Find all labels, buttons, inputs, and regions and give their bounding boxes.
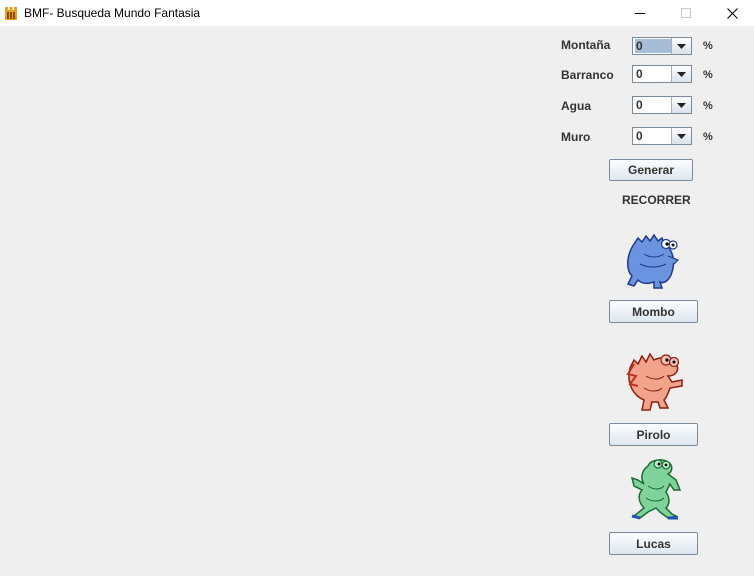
lucas-button[interactable]: Lucas [609, 532, 698, 555]
mombo-button[interactable]: Mombo [609, 300, 698, 323]
chevron-down-icon[interactable] [671, 38, 691, 54]
castle-icon [5, 7, 17, 20]
muro-value: 0 [636, 129, 643, 143]
muro-percent: % [703, 131, 713, 143]
blue-monster-icon [626, 233, 680, 289]
minimize-button[interactable] [617, 0, 663, 26]
agua-label: Agua [561, 99, 591, 113]
maximize-icon [681, 8, 691, 18]
montana-label: Montaña [561, 38, 611, 52]
montana-combo[interactable]: 0 [632, 37, 692, 55]
chevron-down-icon[interactable] [671, 128, 691, 144]
montana-percent: % [703, 40, 713, 52]
maximize-button[interactable] [663, 0, 709, 26]
pirolo-button[interactable]: Pirolo [609, 423, 698, 446]
close-button[interactable] [709, 0, 754, 26]
muro-combo[interactable]: 0 [632, 127, 692, 145]
green-monster-icon [630, 459, 682, 520]
generate-button[interactable]: Generar [609, 159, 693, 181]
agua-percent: % [703, 100, 713, 112]
barranco-value: 0 [636, 67, 643, 81]
barranco-percent: % [703, 69, 713, 81]
recorrer-label: RECORRER [622, 193, 691, 207]
agua-combo[interactable]: 0 [632, 96, 692, 114]
chevron-down-icon[interactable] [671, 97, 691, 113]
window-title: BMF- Busqueda Mundo Fantasia [24, 6, 201, 20]
red-monster-icon [626, 352, 683, 411]
chevron-down-icon[interactable] [671, 66, 691, 82]
muro-label: Muro [561, 130, 591, 144]
barranco-combo[interactable]: 0 [632, 65, 692, 83]
close-icon [726, 7, 738, 19]
montana-value: 0 [635, 39, 674, 53]
minimize-icon [635, 13, 645, 14]
barranco-label: Barranco [561, 68, 614, 82]
agua-value: 0 [636, 98, 643, 112]
title-bar[interactable]: BMF- Busqueda Mundo Fantasia [0, 0, 754, 26]
